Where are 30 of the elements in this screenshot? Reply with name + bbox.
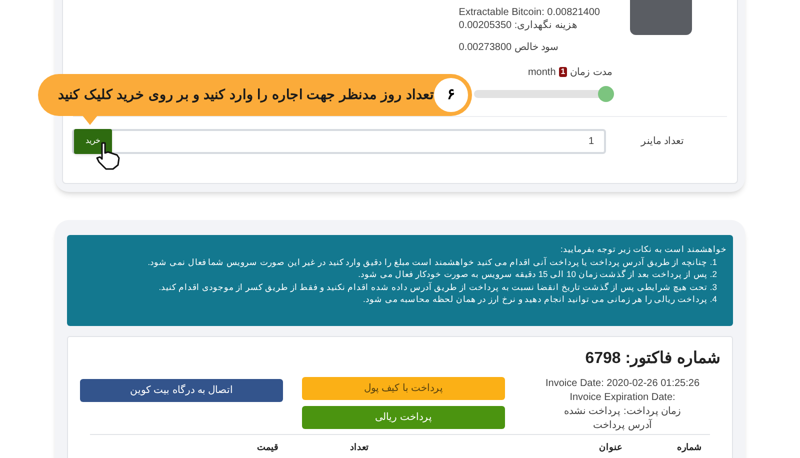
notice-item: 4. پرداخت ریالی را هر زمانی می توانید انجام دهید و نرخ ارز در همان لحظه محاسبه می شود.	[362, 293, 718, 306]
payment-button[interactable]: پرداخت با کیف پول	[302, 377, 505, 400]
duration-unit: month	[528, 66, 556, 80]
column-header: تعداد	[350, 441, 369, 454]
invoice-info: زمان پرداخت: پرداخت نشده	[564, 405, 682, 419]
duration-label: مدت زمان	[570, 66, 612, 80]
step-number: ۶	[434, 78, 468, 112]
invoice-title: شماره فاکتور: 6798	[584, 349, 720, 370]
notice-item: 1. چنانچه از طریق آدرس پرداخت یا پرداخت آنی اقدام می کنید خواهشمند است مبلغ را دقیق وارد کنید در غیر این صورت سرویس شما فعال نمی شود.	[146, 256, 718, 268]
column-header: قیمت	[257, 441, 278, 454]
invoice-info: Invoice Expiration Date:	[570, 391, 676, 405]
quantity-label: تعداد ماینر	[641, 134, 684, 148]
bitcoin-gateway-button[interactable]: اتصال به درگاه بیت کوین	[80, 379, 283, 402]
miner-detail: هزینه نگهداری: 0.00205350	[458, 20, 577, 32]
column-header: شماره	[677, 441, 702, 454]
column-header: عنوان	[599, 441, 622, 454]
payment-button[interactable]: پرداخت ریالی	[302, 406, 505, 429]
miner-detail: Extractable Bitcoin: 0.00821400	[458, 7, 600, 19]
invoice-info: آدرس پرداخت	[593, 419, 652, 433]
tooltip-text: تعداد روز مدنظر جهت اجاره را وارد کنید و بر روی خرید کلیک کنید	[58, 86, 434, 105]
slider-thumb[interactable]	[598, 86, 614, 102]
buy-button[interactable]: خرید	[74, 128, 112, 154]
duration-slider[interactable]	[474, 86, 612, 102]
miner-photo-placeholder	[630, 0, 692, 35]
notice-heading: خواهشمند است به نکات زیر توجه بفرمایید:	[559, 243, 727, 256]
net-profit: سود خالص 0.00273800	[458, 42, 558, 54]
notice-item: 2. پس از پرداخت بعد از گذشت زمان 10 الی 15 دقیقه سرویس به صورت خودکار فعال می شود.	[357, 268, 718, 280]
duration-badge: 1	[558, 67, 568, 77]
notice-item: 3. تحت هیچ شرایطی پس از گذشت تاریخ انقضا نسبت به پرداخت از طریق آدرس داده شده اقدام نکنید و فقط از طریق کسر از موجودی اقدام کنید.	[158, 280, 718, 293]
invoice-info: Invoice Date: 2020-02-26 01:25:26	[546, 377, 700, 391]
